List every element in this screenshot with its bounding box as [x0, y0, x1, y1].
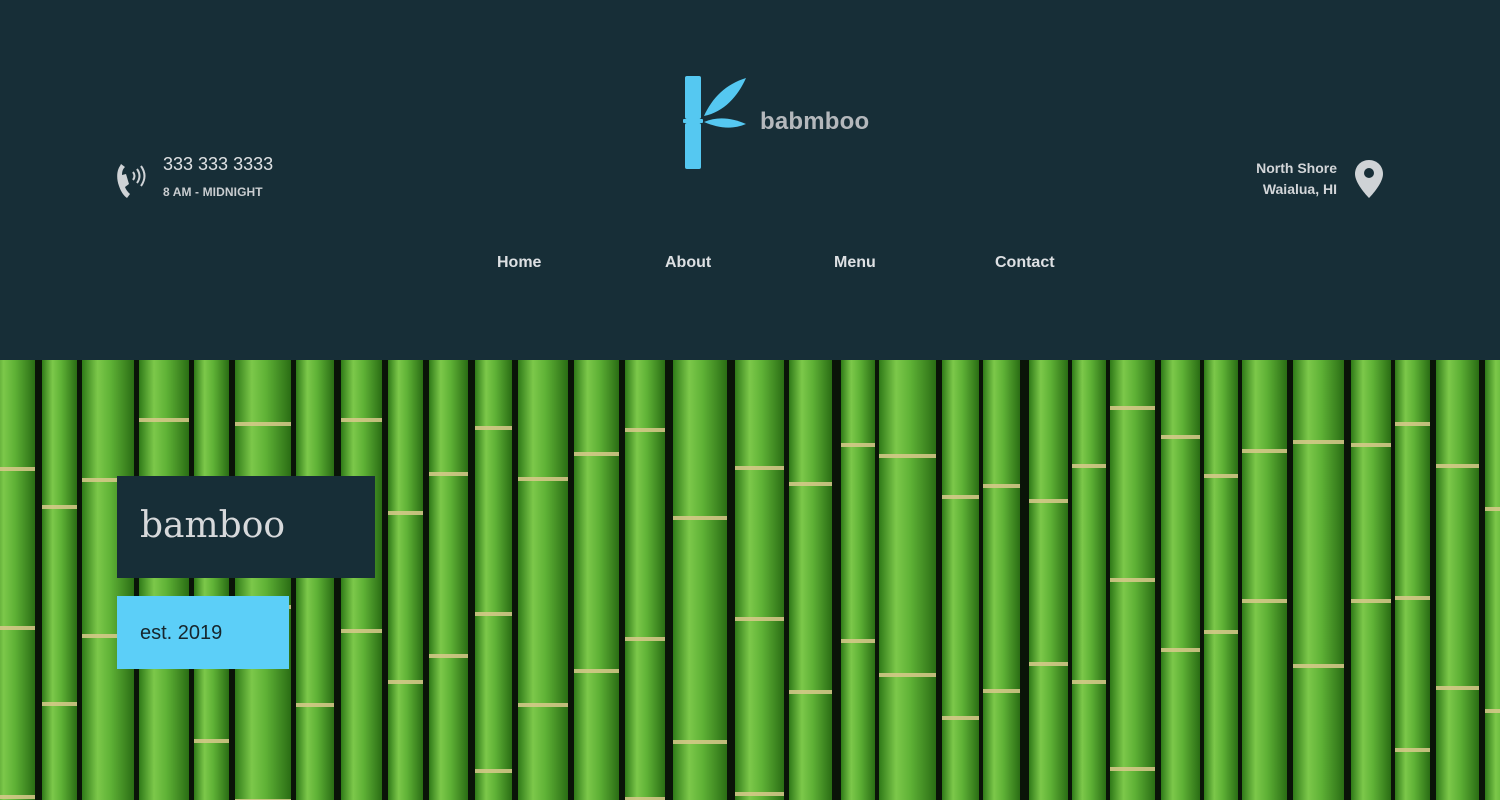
site-logo[interactable]: babmboo — [680, 72, 869, 172]
phone-number[interactable]: 333 333 3333 — [163, 152, 273, 176]
bamboo-background-image — [0, 360, 1500, 800]
main-nav: Home About Menu Contact — [0, 250, 1500, 278]
location-line-1: North Shore — [1256, 160, 1337, 176]
map-pin-icon — [1355, 160, 1383, 198]
location-line-2: Waialua, HI — [1262, 181, 1337, 197]
logo-text: babmboo — [760, 108, 870, 135]
nav-menu[interactable]: Menu — [834, 250, 876, 276]
hero-title: bamboo — [140, 505, 286, 546]
hero-subtitle-box: est. 2019 — [117, 596, 289, 669]
site-header: 333 333 3333 8 AM - MIDNIGHT babmboo Nor… — [0, 0, 1500, 360]
hero-title-box: bamboo — [117, 476, 375, 578]
phone-icon — [117, 164, 146, 198]
hero-subtitle: est. 2019 — [140, 622, 223, 644]
nav-home[interactable]: Home — [497, 250, 541, 276]
hero-section — [0, 360, 1500, 800]
bamboo-icon — [683, 76, 746, 169]
phone-contact[interactable]: 333 333 3333 8 AM - MIDNIGHT — [114, 152, 273, 202]
location-block[interactable]: North Shore Waialua, HI — [1256, 158, 1385, 200]
nav-contact[interactable]: Contact — [995, 250, 1055, 276]
nav-about[interactable]: About — [665, 250, 711, 276]
business-hours: 8 AM - MIDNIGHT — [163, 185, 263, 199]
